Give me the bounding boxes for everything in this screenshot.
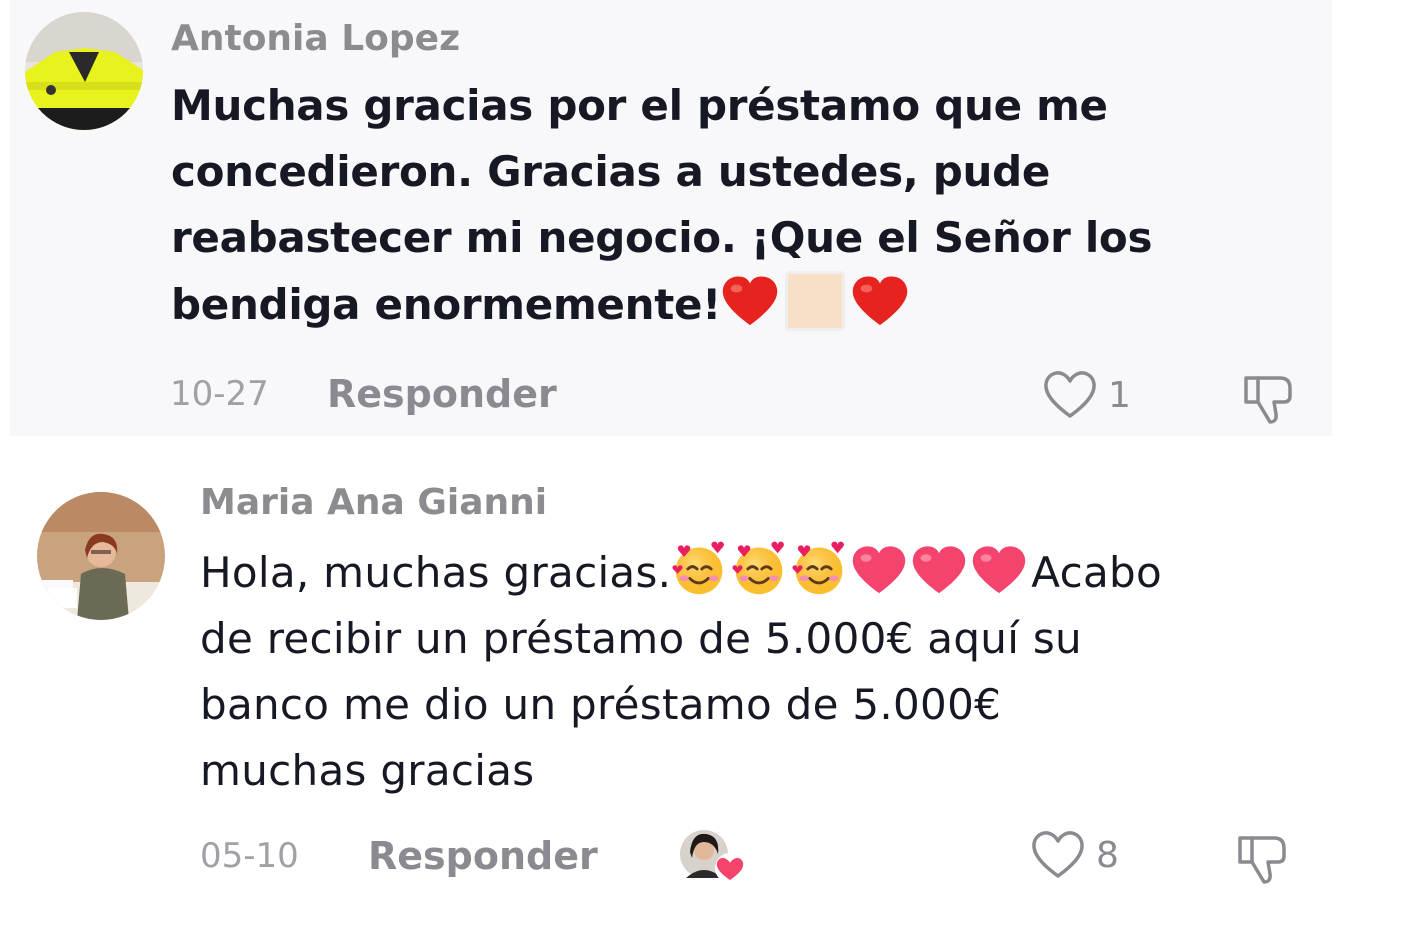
reply-button[interactable]: Responder: [327, 372, 557, 416]
comment-item: Antonia Lopez Muchas gracias por el prés…: [0, 0, 1414, 436]
comment-text-line: concedieron. Gracias a ustedes, pude: [171, 147, 1051, 196]
comment-text-line: banco me dio un préstamo de 5.000€: [200, 680, 1002, 729]
comment-text-line-tail: Acabo: [1031, 548, 1162, 597]
smiling-face-with-hearts-icon: [791, 541, 847, 597]
skin-tone-square-icon: [785, 271, 846, 331]
comment-text-line: reabastecer mi negocio. ¡Que el Señor lo…: [171, 213, 1153, 262]
pink-heart-icon: [971, 545, 1027, 595]
heart-outline-icon: [1032, 831, 1084, 878]
dislike-button[interactable]: [1240, 370, 1296, 426]
pink-heart-icon: [851, 545, 907, 595]
red-heart-icon: [851, 275, 909, 327]
user-avatar[interactable]: [37, 492, 165, 620]
reply-button[interactable]: Responder: [368, 834, 598, 878]
comment-text-line: bendiga enormemente!: [171, 280, 722, 329]
comment-date: 10-27: [170, 374, 269, 414]
comment-text: Muchas gracias por el préstamo que me co…: [171, 73, 1321, 338]
comment-text-line: Hola, muchas gracias.: [200, 548, 672, 597]
comment-text-line: Muchas gracias por el préstamo que me: [171, 81, 1108, 130]
dislike-button[interactable]: [1234, 830, 1290, 886]
comment-date: 05-10: [200, 836, 299, 876]
comment-text-line: muchas gracias: [200, 746, 535, 795]
comment-text-line-first: Hola, muchas gracias. Acabo: [200, 540, 1350, 606]
comment-username[interactable]: Antonia Lopez: [171, 18, 460, 59]
like-count: 1: [1108, 374, 1131, 416]
smiling-face-with-hearts-icon: [731, 541, 787, 597]
pink-heart-icon: [911, 545, 967, 595]
thumbs-down-icon: [1244, 376, 1292, 424]
creator-liked-badge: [680, 830, 745, 883]
user-avatar[interactable]: [25, 12, 143, 130]
comment-username[interactable]: Maria Ana Gianni: [200, 482, 547, 523]
like-count: 8: [1096, 834, 1119, 876]
thumbs-down-icon: [1238, 836, 1286, 884]
avatar-yellow-jacket-icon: [25, 12, 143, 130]
comment-text-line: de recibir un préstamo de 5.000€ aquí su: [200, 614, 1082, 663]
like-button[interactable]: 8: [1030, 830, 1119, 880]
red-heart-icon: [721, 275, 779, 327]
smiling-face-with-hearts-icon: [671, 541, 727, 597]
comment-text: Hola, muchas gracias. Acabo de recibir un…: [200, 540, 1350, 804]
comment-text-line-last: bendiga enormemente!: [171, 271, 1321, 338]
like-button[interactable]: 1: [1042, 370, 1131, 420]
comment-item: Maria Ana Gianni Hola, muchas gracias. Ac…: [0, 460, 1414, 936]
avatar-woman-desk-icon: [37, 492, 165, 620]
heart-outline-icon: [1044, 371, 1096, 418]
